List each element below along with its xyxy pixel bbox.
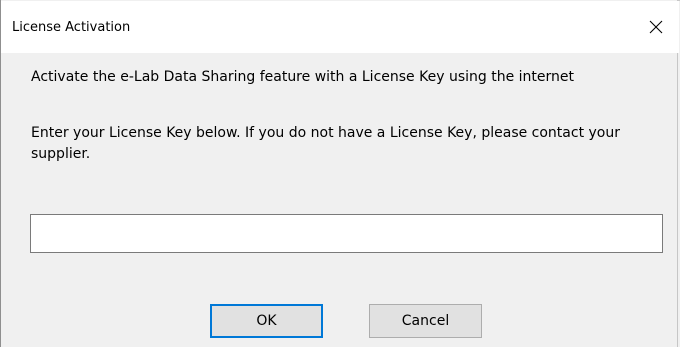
- close-icon: [649, 20, 663, 34]
- title-bar: License Activation: [1, 1, 679, 53]
- activation-description: Activate the e-Lab Data Sharing feature …: [31, 69, 574, 85]
- license-key-instructions: Enter your License Key below. If you do …: [31, 125, 620, 162]
- cancel-button[interactable]: Cancel: [369, 304, 482, 338]
- license-activation-dialog: License Activation Activate the e-Lab Da…: [0, 0, 679, 347]
- close-button[interactable]: [633, 1, 679, 53]
- dialog-title: License Activation: [12, 20, 131, 35]
- ok-button[interactable]: OK: [210, 304, 323, 338]
- license-key-input[interactable]: [30, 214, 663, 253]
